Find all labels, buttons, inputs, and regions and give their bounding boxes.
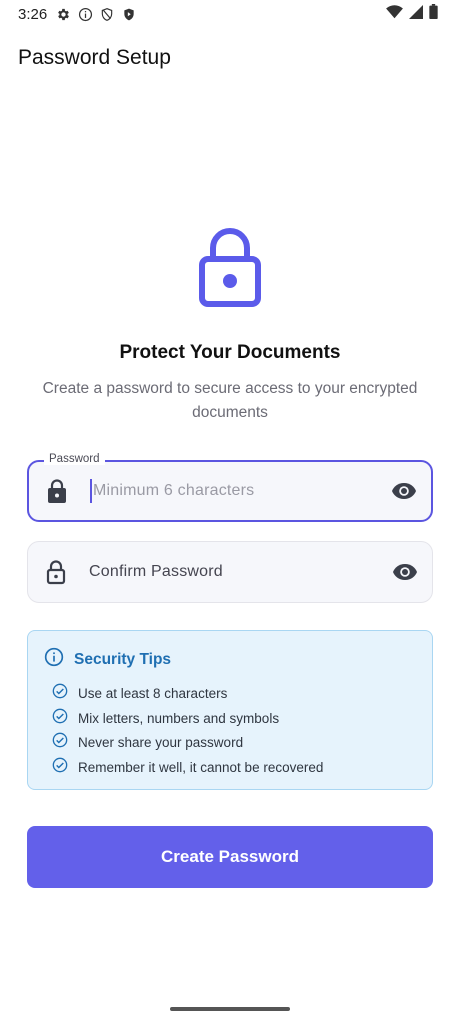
- confirm-password-input[interactable]: Confirm Password: [89, 563, 392, 581]
- wifi-icon: [386, 4, 403, 24]
- check-circle-icon: [52, 732, 68, 753]
- hero-title: Protect Your Documents: [119, 342, 341, 363]
- tip-item: Mix letters, numbers and symbols: [52, 708, 279, 729]
- create-password-button[interactable]: Create Password: [27, 826, 433, 888]
- eye-icon[interactable]: [391, 482, 417, 500]
- password-field[interactable]: Minimum 6 characters: [27, 460, 433, 522]
- lock-outline-icon: [45, 559, 67, 585]
- page-title: Password Setup: [18, 46, 171, 69]
- hero-subtitle: Create a password to secure access to yo…: [42, 380, 418, 421]
- password-input[interactable]: Minimum 6 characters: [90, 479, 391, 503]
- gear-icon: [55, 6, 71, 22]
- tips-title: Security Tips: [74, 650, 172, 668]
- lock-icon: [46, 478, 68, 504]
- security-tips-card: Security Tips Use at least 8 characters …: [27, 630, 433, 790]
- confirm-password-label: Confirm Password: [89, 563, 223, 580]
- tip-text: Mix letters, numbers and symbols: [78, 711, 280, 726]
- password-placeholder: Minimum 6 characters: [93, 482, 255, 500]
- signal-icon: [409, 4, 423, 24]
- status-time: 3:26: [18, 5, 48, 23]
- play-shield-icon: [121, 6, 137, 22]
- battery-icon: [429, 4, 438, 24]
- check-circle-icon: [52, 757, 68, 778]
- tip-item: Use at least 8 characters: [52, 683, 227, 704]
- check-circle-icon: [52, 708, 68, 729]
- eye-icon[interactable]: [392, 563, 418, 581]
- shield-icon: [99, 6, 115, 22]
- confirm-password-field[interactable]: Confirm Password: [27, 541, 433, 603]
- status-right: [386, 4, 438, 24]
- tip-text: Remember it well, it cannot be recovered: [78, 760, 324, 775]
- lock-icon: [195, 226, 265, 308]
- status-left: 3:26: [18, 6, 137, 23]
- tip-text: Never share your password: [78, 735, 244, 750]
- home-indicator[interactable]: [170, 1007, 290, 1011]
- tip-item: Never share your password: [52, 732, 243, 753]
- tips-header: Security Tips: [44, 647, 171, 672]
- text-cursor: [90, 479, 92, 503]
- status-bar: 3:26: [0, 0, 460, 28]
- info-icon: [77, 6, 93, 22]
- password-label: Password: [44, 453, 105, 465]
- check-circle-icon: [52, 683, 68, 704]
- info-icon: [44, 647, 64, 672]
- tip-text: Use at least 8 characters: [78, 686, 228, 701]
- tip-item: Remember it well, it cannot be recovered: [52, 757, 323, 778]
